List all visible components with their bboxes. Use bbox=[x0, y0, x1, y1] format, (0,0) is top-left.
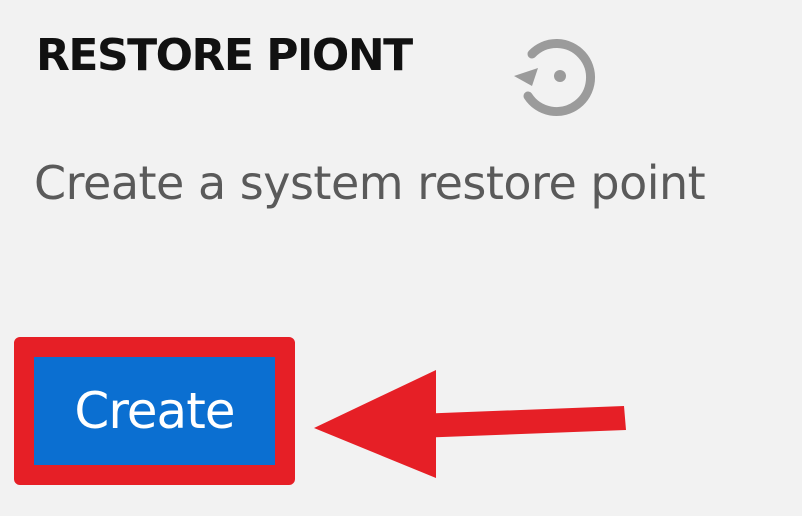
section-title: RESTORE PIONT bbox=[36, 30, 413, 81]
section-description: Create a system restore point bbox=[34, 156, 706, 210]
create-button[interactable]: Create bbox=[34, 357, 275, 465]
arrow-left-icon bbox=[314, 370, 626, 478]
restore-point-panel: RESTORE PIONT Create a system restore po… bbox=[0, 0, 802, 516]
restore-icon bbox=[514, 39, 596, 117]
